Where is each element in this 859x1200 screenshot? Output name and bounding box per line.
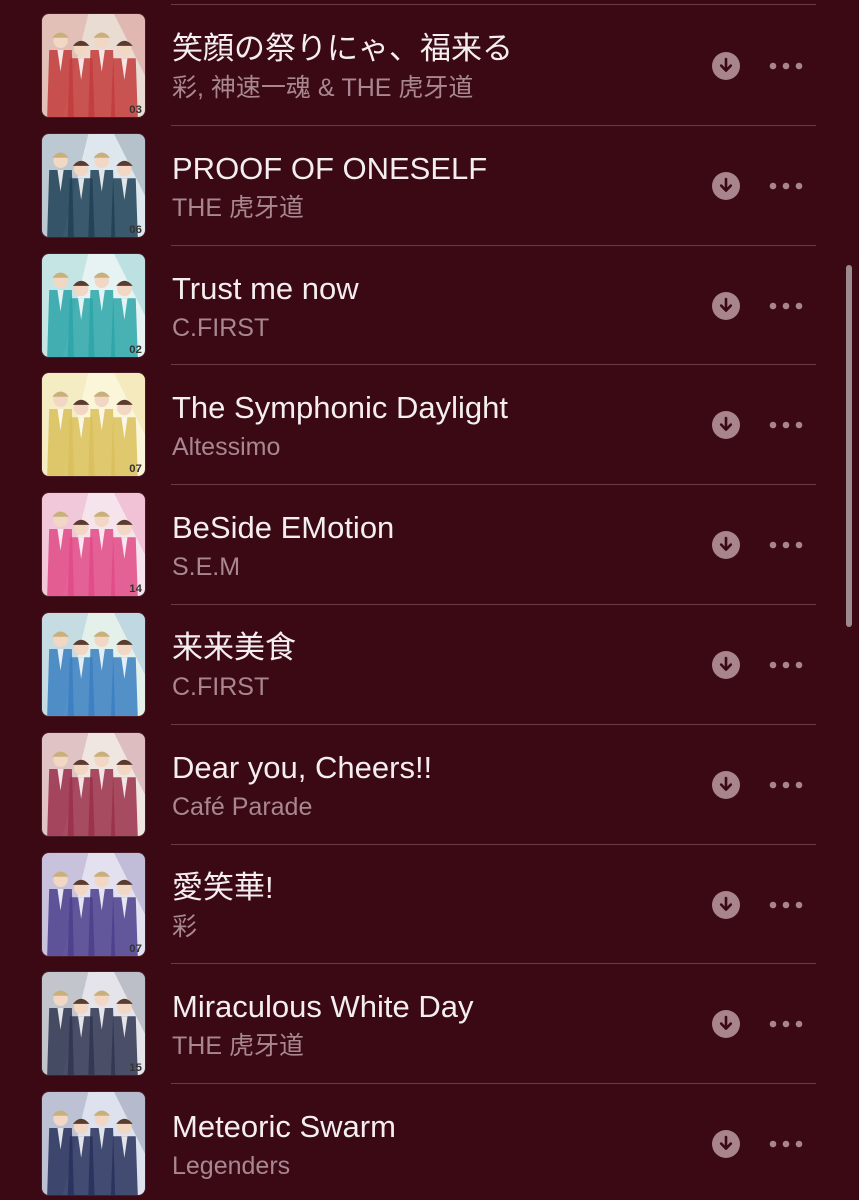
album-artwork[interactable]: 03: [42, 14, 145, 117]
album-artwork[interactable]: [42, 1092, 145, 1196]
song-title: Trust me now: [172, 270, 359, 306]
song-artist: S.E.M: [172, 553, 241, 582]
scrollbar[interactable]: [846, 265, 852, 627]
album-artwork[interactable]: 06: [42, 133, 145, 237]
top-divider: [171, 4, 816, 5]
song-title: PROOF OF ONESELF: [172, 150, 488, 186]
song-row[interactable]: 02 Trust me now C.FIRST: [0, 246, 859, 366]
more-icon[interactable]: [766, 294, 806, 318]
song-row[interactable]: 来来美食 C.FIRST: [0, 605, 859, 725]
song-artist: 彩: [172, 912, 198, 941]
album-artwork[interactable]: 15: [42, 972, 145, 1076]
artwork-number: 07: [129, 463, 142, 475]
album-artwork[interactable]: [42, 612, 145, 716]
song-row[interactable]: 15 Miraculous White Day THE 虎牙道: [0, 964, 859, 1085]
more-icon[interactable]: [766, 54, 806, 78]
album-artwork[interactable]: 07: [42, 852, 145, 956]
song-list-screen: 03 笑顔の祭りにゃ、福来る 彩, 神速一魂 & THE 虎牙道 06 PROO…: [0, 0, 859, 1200]
artwork-number: 14: [129, 583, 142, 595]
more-icon[interactable]: [766, 1012, 806, 1036]
song-artist: C.FIRST: [172, 313, 270, 342]
song-row[interactable]: 06 PROOF OF ONESELF THE 虎牙道: [0, 126, 859, 246]
download-icon[interactable]: [712, 291, 740, 320]
more-icon[interactable]: [766, 413, 806, 437]
artwork-number: 03: [129, 104, 142, 116]
artwork-number: 15: [129, 1062, 142, 1074]
download-icon[interactable]: [712, 171, 740, 200]
song-title: 来来美食: [172, 629, 296, 665]
song-row[interactable]: 03 笑顔の祭りにゃ、福来る 彩, 神速一魂 & THE 虎牙道: [0, 6, 859, 126]
album-artwork[interactable]: 02: [42, 253, 145, 357]
song-artist: Legenders: [172, 1152, 291, 1181]
album-artwork[interactable]: [42, 732, 145, 836]
song-artist: C.FIRST: [172, 672, 270, 701]
album-artwork[interactable]: 14: [42, 493, 145, 597]
more-icon[interactable]: [766, 533, 806, 557]
song-title: The Symphonic Daylight: [172, 390, 508, 426]
song-title: Miraculous White Day: [172, 989, 474, 1025]
song-row[interactable]: Dear you, Cheers!! Café Parade: [0, 725, 859, 845]
song-artist: 彩, 神速一魂 & THE 虎牙道: [172, 74, 474, 102]
more-icon[interactable]: [766, 1132, 806, 1156]
song-row[interactable]: 14 BeSide EMotion S.E.M: [0, 485, 859, 605]
download-icon[interactable]: [712, 1010, 740, 1039]
download-icon[interactable]: [712, 411, 740, 440]
song-title: Dear you, Cheers!!: [172, 749, 433, 785]
artwork-number: 07: [129, 942, 142, 954]
song-row[interactable]: Meteoric Swarm Legenders: [0, 1084, 859, 1200]
more-icon[interactable]: [766, 773, 806, 797]
song-title: BeSide EMotion: [172, 510, 395, 546]
download-icon[interactable]: [712, 1130, 740, 1159]
song-title: Meteoric Swarm: [172, 1109, 396, 1145]
download-icon[interactable]: [712, 890, 740, 919]
song-title: 笑顔の祭りにゃ、福来る: [172, 31, 513, 66]
song-title: 愛笑華!: [172, 869, 274, 905]
song-artist: Altessimo: [172, 433, 281, 462]
more-icon[interactable]: [766, 174, 806, 198]
album-artwork[interactable]: 07: [42, 373, 145, 477]
song-artist: Café Parade: [172, 792, 313, 821]
song-artist: THE 虎牙道: [172, 1032, 304, 1061]
download-icon[interactable]: [712, 650, 740, 679]
download-icon[interactable]: [712, 531, 740, 560]
artwork-number: 02: [129, 343, 142, 355]
song-row[interactable]: 07 愛笑華! 彩: [0, 845, 859, 965]
song-row[interactable]: 07 The Symphonic Daylight Altessimo: [0, 365, 859, 486]
song-artist: THE 虎牙道: [172, 193, 304, 222]
download-icon[interactable]: [712, 770, 740, 799]
song-list: 03 笑顔の祭りにゃ、福来る 彩, 神速一魂 & THE 虎牙道 06 PROO…: [0, 6, 859, 1200]
more-icon[interactable]: [766, 653, 806, 677]
artwork-number: 06: [129, 224, 142, 236]
more-icon[interactable]: [766, 893, 806, 917]
download-icon[interactable]: [712, 52, 740, 80]
